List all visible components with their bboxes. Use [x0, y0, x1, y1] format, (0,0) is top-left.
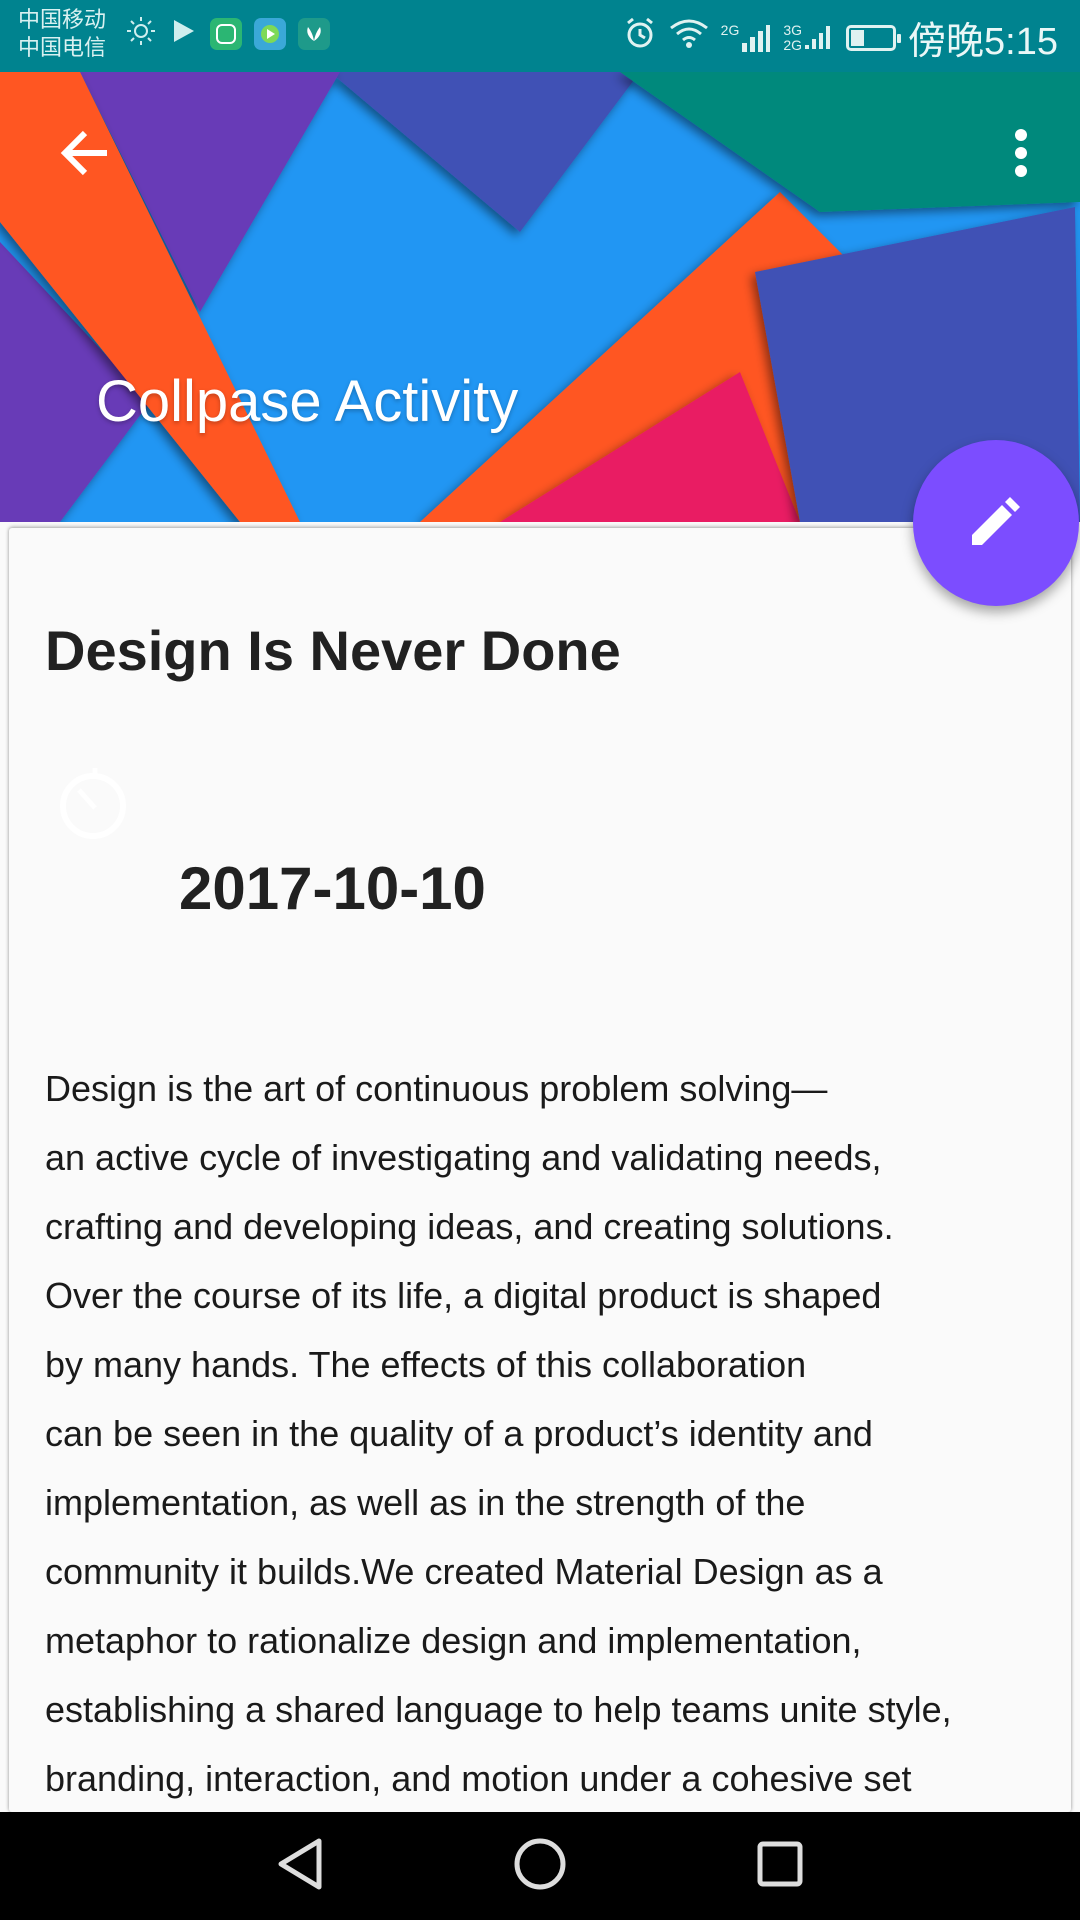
clock-icon: [55, 766, 131, 842]
system-status: 2G 3G 2G 傍晚5:15: [623, 10, 1058, 65]
collapsing-toolbar: Collpase Activity: [0, 72, 1080, 522]
article-title: Design Is Never Done: [45, 619, 621, 682]
nav-back-icon: [275, 1837, 325, 1896]
article-card: Design Is Never Done 2017-10-10 Design i…: [9, 528, 1071, 1812]
system-nav-bar: [0, 1812, 1080, 1920]
body-line: Over the course of its life, a digital p…: [45, 1275, 882, 1316]
back-button[interactable]: [50, 120, 120, 190]
net-type-2-bottom: 2G: [783, 36, 803, 53]
article-body: Design is the art of continuous problem …: [45, 1054, 1045, 1813]
body-line: establishing a shared language to help t…: [45, 1689, 952, 1730]
body-line: an active cycle of investigating and val…: [45, 1137, 882, 1178]
status-bar: 中国移动 中国电信 2G 3G 2G 傍晚5:15: [0, 0, 1080, 72]
carrier-1: 中国移动: [18, 7, 107, 32]
article-date: 2017-10-10: [179, 855, 486, 922]
huawei-icon: [298, 17, 330, 50]
clock-time: 傍晚5:15: [908, 21, 1058, 63]
nav-back-button[interactable]: [265, 1836, 335, 1896]
carrier-2: 中国电信: [18, 35, 107, 60]
nav-recents-button[interactable]: [745, 1836, 815, 1896]
wifi-icon: [669, 17, 709, 59]
nav-home-button[interactable]: [505, 1836, 575, 1896]
sun-icon: [126, 16, 156, 51]
body-line: can be seen in the quality of a product’…: [45, 1413, 873, 1454]
body-line: Design is the art of continuous problem …: [45, 1068, 828, 1109]
body-line: crafting and developing ideas, and creat…: [45, 1206, 894, 1247]
overflow-menu-button[interactable]: [986, 120, 1056, 190]
carrier-labels: 中国移动 中国电信: [18, 6, 106, 62]
signal-1: 2G: [720, 21, 772, 53]
video-icon: [254, 17, 286, 50]
meituan-icon: [210, 17, 242, 50]
alarm-icon: [623, 16, 657, 59]
body-line: by many hands. The effects of this colla…: [45, 1344, 807, 1385]
body-line: community it builds.We created Material …: [45, 1551, 883, 1592]
play-store-icon: [168, 16, 198, 51]
body-line: metaphor to rationalize design and imple…: [45, 1620, 862, 1661]
header-background: [0, 72, 1080, 522]
edit-fab[interactable]: [913, 440, 1079, 606]
nav-home-icon: [513, 1837, 567, 1896]
net-type-1: 2G: [720, 21, 740, 38]
net-type-2-top: 3G: [783, 21, 803, 38]
battery-icon: [846, 24, 902, 51]
toolbar-title: Collpase Activity: [96, 369, 519, 434]
signal-2: 3G 2G: [783, 21, 834, 53]
edit-icon: [966, 491, 1026, 556]
net-type-2: 3G 2G: [783, 21, 803, 53]
more-vert-icon: [1011, 127, 1031, 184]
notification-icons: [126, 16, 330, 51]
body-line: branding, interaction, and motion under …: [45, 1758, 912, 1799]
arrow-back-icon: [59, 127, 111, 184]
nav-recents-icon: [756, 1840, 804, 1893]
body-line: implementation, as well as in the streng…: [45, 1482, 806, 1523]
